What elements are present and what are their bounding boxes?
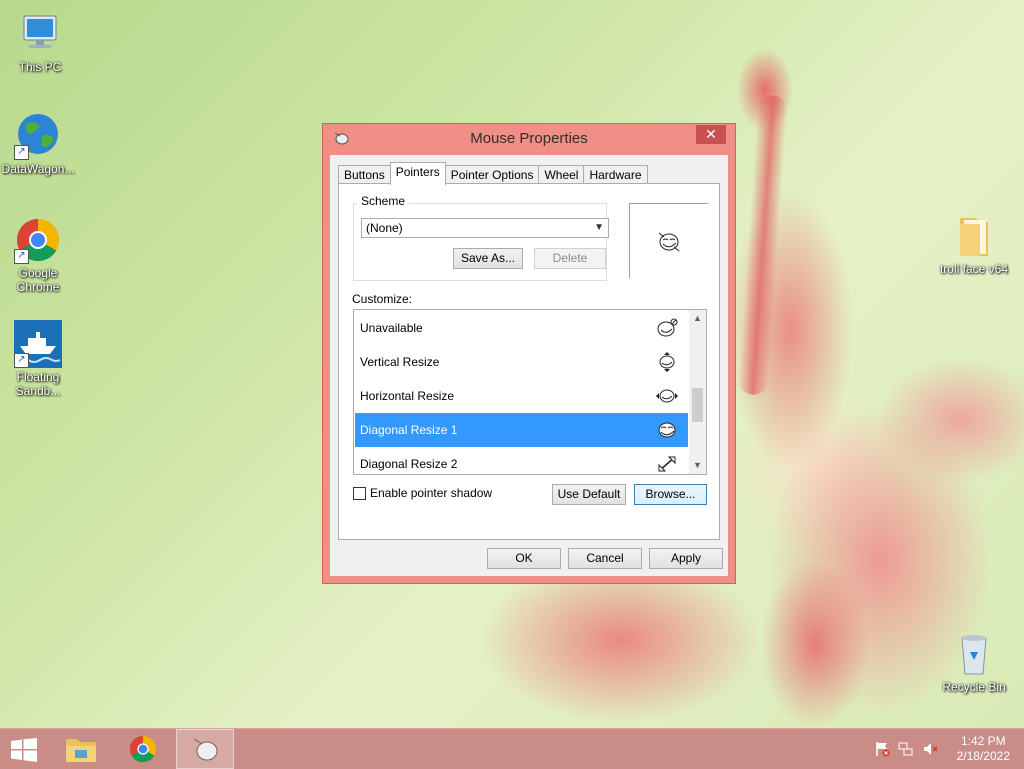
taskbar: 1:42 PM 2/18/2022	[0, 728, 1024, 769]
close-button[interactable]: ✕	[696, 125, 726, 144]
system-clock[interactable]: 1:42 PM 2/18/2022	[957, 734, 1010, 764]
pointers-tab-panel: Scheme (None) ▼ Save As... Delete Custom…	[338, 183, 720, 540]
save-as-button[interactable]: Save As...	[453, 248, 523, 269]
dialog-titlebar[interactable]: Mouse Properties ✕	[323, 124, 735, 152]
scroll-up-icon[interactable]: ▲	[689, 310, 706, 327]
taskbar-mouse-properties[interactable]	[176, 729, 234, 769]
list-item[interactable]: Diagonal Resize 2	[355, 447, 688, 474]
globe-icon: ↗	[14, 112, 62, 160]
dialog-client-area: Buttons Pointers Pointer Options Wheel H…	[330, 155, 728, 576]
network-icon[interactable]	[898, 741, 914, 757]
desktop-icon-label: Google Chrome	[16, 266, 60, 294]
desktop-icon-label: This PC	[18, 60, 62, 74]
windows-start-icon[interactable]	[10, 738, 38, 762]
tab-pointers[interactable]: Pointers	[389, 162, 446, 185]
tab-hardware[interactable]: Hardware	[583, 165, 648, 185]
mouse-icon	[193, 738, 218, 761]
enable-pointer-shadow-label[interactable]: Enable pointer shadow	[370, 486, 492, 500]
customize-label: Customize:	[352, 292, 413, 306]
troll-face-preview-icon	[658, 232, 680, 252]
taskbar-file-explorer[interactable]	[52, 729, 110, 769]
file-explorer-icon	[66, 739, 96, 762]
chrome-icon: ↗	[14, 216, 62, 264]
desktop-icon-label: DataWagon...	[1, 162, 75, 176]
list-item-label: Diagonal Resize 2	[360, 457, 458, 471]
desktop-icon-label: troll face v64	[939, 262, 1009, 276]
scheme-group-label: Scheme	[357, 194, 410, 208]
scroll-thumb[interactable]	[692, 388, 703, 422]
volume-muted-icon[interactable]	[922, 741, 938, 757]
action-center-flag-icon[interactable]	[874, 741, 890, 757]
scroll-down-icon[interactable]: ▼	[689, 457, 706, 474]
list-item[interactable]: Unavailable	[355, 311, 688, 345]
wallpaper-flower-petal	[760, 560, 870, 728]
taskbar-chrome[interactable]	[114, 729, 172, 769]
troll-horizontal-resize-cursor-icon	[656, 389, 678, 403]
wallpaper-flower-stem	[737, 94, 789, 396]
chrome-icon	[129, 735, 157, 763]
list-item-label: Diagonal Resize 1	[360, 423, 458, 437]
desktop-icon-this-pc[interactable]: This PC	[0, 10, 80, 74]
troll-vertical-resize-cursor-icon	[659, 352, 675, 372]
list-item-label: Horizontal Resize	[360, 389, 455, 403]
troll-diagonal-resize-cursor-icon	[658, 422, 676, 438]
list-item-label: Unavailable	[360, 321, 423, 335]
scheme-groupbox	[353, 203, 607, 281]
tab-buttons[interactable]: Buttons	[338, 165, 391, 185]
scheme-dropdown[interactable]: (None) ▼	[361, 218, 609, 238]
list-item[interactable]: Horizontal Resize	[355, 379, 688, 413]
clock-time: 1:42 PM	[960, 734, 1006, 748]
cursor-list[interactable]: Unavailable Vertical Resize Horizontal R…	[353, 309, 707, 475]
desktop-icon-floating-sandbox[interactable]: ↗ Floating Sandb...	[0, 320, 78, 398]
desktop-icon-datawagon[interactable]: ↗ DataWagon...	[0, 112, 78, 176]
chevron-down-icon: ▼	[594, 222, 604, 233]
list-scrollbar[interactable]: ▲ ▼	[689, 310, 706, 474]
use-default-button[interactable]: Use Default	[552, 484, 626, 505]
mouse-properties-dialog: Mouse Properties ✕ Buttons Pointers Poin…	[322, 123, 736, 584]
clock-date: 2/18/2022	[956, 749, 1010, 763]
scheme-selected-value: (None)	[366, 221, 403, 235]
tab-strip: Buttons Pointers Pointer Options Wheel H…	[338, 162, 648, 185]
shortcut-arrow-icon: ↗	[14, 145, 29, 160]
tab-wheel[interactable]: Wheel	[538, 165, 585, 185]
cancel-button[interactable]: Cancel	[568, 548, 642, 569]
browse-button[interactable]: Browse...	[634, 484, 707, 505]
shortcut-arrow-icon: ↗	[14, 249, 29, 264]
folder-icon	[950, 212, 998, 260]
desktop-icon-label: Floating Sandb...	[15, 370, 61, 398]
desktop-icon-troll-face-folder[interactable]: troll face v64	[934, 212, 1014, 276]
apply-button[interactable]: Apply	[649, 548, 723, 569]
desktop-icon-google-chrome[interactable]: ↗ Google Chrome	[0, 216, 78, 294]
list-item[interactable]: Vertical Resize	[355, 345, 688, 379]
cursor-preview	[629, 203, 709, 279]
computer-icon	[16, 10, 64, 58]
recycle-bin-icon	[950, 630, 998, 678]
list-item-label: Vertical Resize	[360, 355, 440, 369]
tab-pointer-options[interactable]: Pointer Options	[444, 165, 540, 185]
delete-button[interactable]: Delete	[534, 248, 606, 269]
desktop-icon-recycle-bin[interactable]: Recycle Bin	[934, 630, 1014, 694]
list-item-selected[interactable]: Diagonal Resize 1	[355, 413, 688, 447]
dialog-title: Mouse Properties	[470, 130, 588, 147]
ok-button[interactable]: OK	[487, 548, 561, 569]
ship-icon: ↗	[14, 320, 62, 368]
enable-pointer-shadow-checkbox[interactable]	[353, 487, 366, 500]
diagonal-resize-arrow-icon	[658, 456, 676, 472]
shortcut-arrow-icon: ↗	[14, 353, 29, 368]
desktop-icon-label: Recycle Bin	[942, 680, 1006, 694]
troll-unavailable-cursor-icon	[657, 318, 678, 337]
